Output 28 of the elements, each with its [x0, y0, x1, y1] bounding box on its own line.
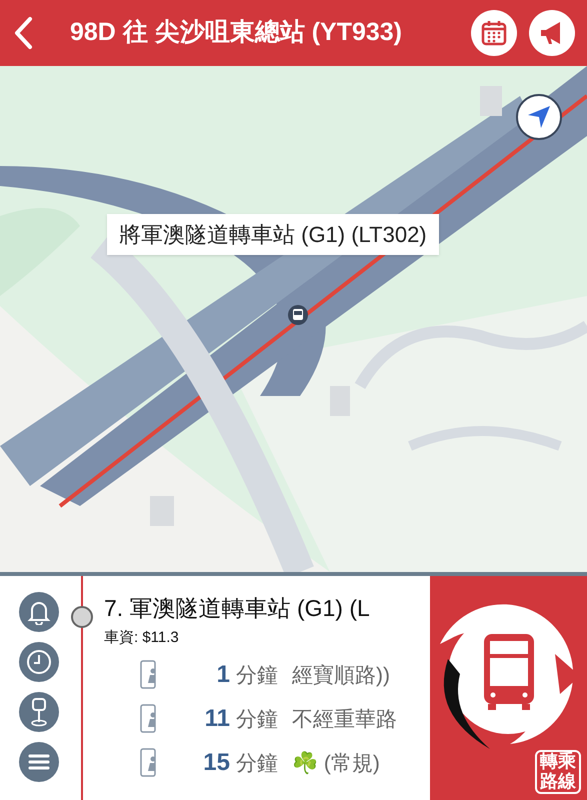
eta-remark: 不經重華路 — [292, 706, 397, 732]
route-title: 98D 往 尖沙咀東總站 (YT933) — [70, 17, 404, 48]
interchange-label: 轉乘路線 — [535, 750, 581, 794]
bus-stop-marker-icon[interactable] — [287, 304, 309, 326]
timetable-button[interactable] — [471, 10, 517, 56]
schedule-button[interactable] — [19, 642, 59, 682]
map-callout[interactable]: 將軍澳隧道轉車站 (G1) (LT302) — [107, 214, 439, 255]
alert-button[interactable] — [19, 592, 59, 632]
stop-name: 7. 軍澳隧道轉車站 (G1) (L — [104, 594, 371, 623]
eta-minutes: 15 — [202, 748, 230, 778]
announcement-button[interactable] — [529, 10, 575, 56]
eta-unit: 分鐘 — [236, 750, 278, 776]
eta-remark: 經寶順路)) — [292, 662, 390, 688]
back-icon[interactable] — [12, 16, 34, 50]
clock-icon — [26, 649, 52, 675]
navigation-arrow-icon — [526, 104, 552, 130]
eta-unit: 分鐘 — [236, 662, 278, 688]
eta-remark: ☘ (常規) — [292, 750, 380, 776]
menu-button[interactable] — [19, 742, 59, 782]
bell-icon — [27, 599, 51, 625]
calendar-icon — [480, 19, 508, 47]
menu-icon — [28, 753, 50, 771]
eta-minutes: 11 — [204, 704, 230, 734]
stop-location-button[interactable] — [19, 692, 59, 732]
eta-minutes: 1 — [216, 660, 230, 690]
eta-unit: 分鐘 — [236, 706, 278, 732]
fare-text: 車資: $11.3 — [104, 628, 180, 648]
interchange-panel[interactable]: 轉乘路線 — [430, 576, 587, 800]
